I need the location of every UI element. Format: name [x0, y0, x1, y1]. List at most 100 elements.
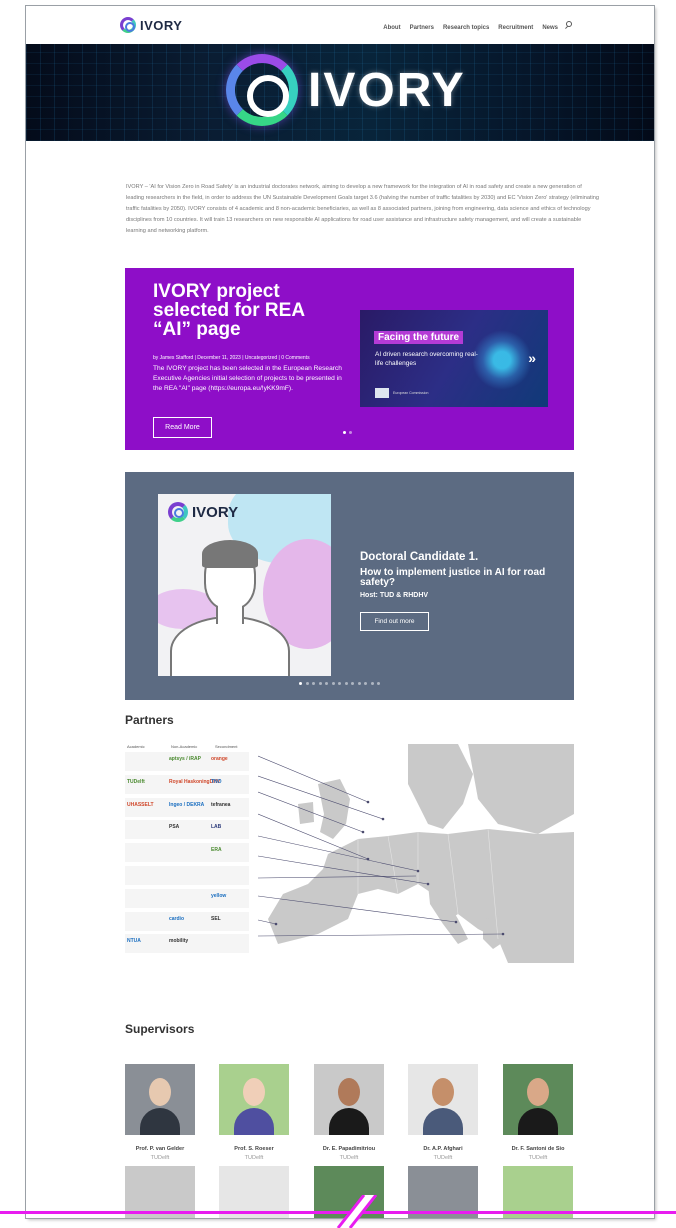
supervisor-photo — [314, 1064, 384, 1135]
europe-map — [258, 744, 574, 963]
partner-logo[interactable]: cardio — [169, 916, 184, 922]
partner-row: TUDelft Royal HaskoningDHV TNO — [125, 774, 249, 796]
news-title[interactable]: IVORY project selected for REA “AI” page — [153, 282, 343, 339]
slider-dot[interactable] — [344, 682, 348, 685]
supervisor-photo — [219, 1064, 289, 1135]
partner-row: ERA — [125, 843, 249, 865]
nav-research-topics[interactable]: Research topics — [443, 25, 489, 31]
partner-logo[interactable]: LAB — [211, 824, 221, 830]
partner-logo[interactable]: orange — [211, 756, 228, 762]
partner-logo[interactable]: SEL — [211, 916, 221, 922]
supervisor-name: Dr. E. Papadimitriou — [322, 1146, 376, 1152]
slider-dot[interactable] — [318, 682, 322, 685]
logo-text: IVORY — [140, 17, 183, 33]
nav-recruitment[interactable]: Recruitment — [498, 25, 533, 31]
supervisor-card[interactable]: Dr. F. Santoni de Sio TUDelft — [503, 1064, 573, 1161]
partner-logo[interactable]: yellow — [211, 893, 226, 899]
doctoral-question: How to implement justice in AI for road … — [360, 567, 546, 588]
slider-dot[interactable] — [351, 682, 354, 685]
doctoral-host: Host: TUD & RHDHV — [360, 592, 429, 599]
ivory-logo-icon — [120, 17, 136, 33]
hero-logo-text: IVORY — [308, 63, 466, 117]
eu-flag-icon — [375, 388, 389, 398]
col-non-academic: Non-Academic — [171, 744, 198, 749]
card-title: Facing the future — [374, 331, 464, 344]
supervisor-card[interactable]: Dr. A.P. Afghari TUDelft — [408, 1064, 478, 1161]
col-secondment: Secondment — [215, 744, 238, 749]
partner-row: aptsys / iRAP orange — [125, 752, 249, 773]
partner-logo[interactable]: mobility — [169, 938, 188, 944]
supervisor-org: TUDelft — [528, 1155, 548, 1161]
chevron-right-icon: » — [528, 350, 536, 366]
slider-dot[interactable] — [299, 682, 302, 685]
partner-logo[interactable]: ERA — [211, 847, 222, 853]
slider-dot[interactable] — [305, 682, 309, 685]
search-icon[interactable] — [566, 21, 572, 27]
supervisor-org: TUDelft — [339, 1155, 359, 1161]
partner-row: yellow — [125, 888, 249, 910]
partners-logo-table: Academic Non-Academic Secondment aptsys … — [125, 744, 249, 963]
slider-dot[interactable] — [343, 431, 346, 434]
site-logo[interactable]: IVORY — [120, 17, 182, 33]
partner-row: UHASSELT Ingeo / DEKRA tefranea — [125, 797, 249, 819]
slider-dot[interactable] — [312, 682, 315, 685]
partner-logo[interactable]: TUDelft — [127, 779, 145, 785]
ivory-hero-logo-icon — [226, 54, 298, 126]
news-slider: IVORY project selected for REA “AI” page… — [125, 268, 574, 450]
partner-logo[interactable]: NTUA — [127, 938, 141, 944]
ivory-logo-icon — [168, 502, 188, 522]
slider-dot[interactable] — [325, 682, 328, 685]
site-header: IVORY About Partners Research topics Rec… — [26, 6, 654, 44]
partner-logo[interactable]: tefranea — [211, 802, 230, 808]
page-frame: IVORY About Partners Research topics Rec… — [26, 6, 654, 1218]
supervisor-photo — [503, 1064, 573, 1135]
partner-logo[interactable]: PSA — [169, 824, 179, 830]
slider-dot[interactable] — [377, 682, 380, 685]
partner-logo[interactable]: TNO — [211, 779, 222, 785]
supervisors-heading: Supervisors — [125, 1022, 195, 1036]
partner-row — [125, 866, 249, 887]
doctoral-title: Doctoral Candidate 1. — [360, 551, 479, 563]
supervisor-name: Dr. A.P. Afghari — [423, 1146, 463, 1152]
doctoral-slider: IVORY Doctoral Candidate 1. How to imple… — [125, 472, 574, 700]
slider-dot[interactable] — [338, 682, 341, 685]
partners-heading: Partners — [125, 713, 174, 727]
slider-dot[interactable] — [370, 682, 374, 685]
hero-banner: IVORY — [26, 44, 654, 141]
partner-row: cardio SEL — [125, 911, 249, 933]
partner-logo[interactable]: Ingeo / DEKRA — [169, 802, 204, 808]
find-out-more-button[interactable]: Find out more — [360, 612, 429, 631]
card-subtitle: AI driven research overcoming real-life … — [375, 351, 478, 367]
intro-paragraph: IVORY – 'AI for Vision Zero in Road Safe… — [126, 184, 599, 234]
slider-dot[interactable] — [357, 682, 361, 685]
supervisor-photo — [408, 1064, 478, 1135]
eu-logo: European Commission — [375, 388, 428, 398]
partner-logo[interactable]: aptsys / iRAP — [169, 756, 201, 762]
slider-dot[interactable] — [364, 682, 367, 685]
slider-dots — [299, 682, 380, 685]
partner-logo[interactable]: UHASSELT — [127, 802, 154, 808]
partner-row: PSA LAB — [125, 820, 249, 842]
nav-about[interactable]: About — [383, 25, 400, 31]
slider-dots — [343, 431, 352, 434]
doc-logo: IVORY — [168, 502, 238, 522]
supervisor-org: TUDelft — [244, 1155, 264, 1161]
read-more-button[interactable]: Read More — [153, 417, 212, 438]
supervisor-name: Prof. S. Roeser — [234, 1146, 274, 1152]
supervisor-card[interactable]: Prof. S. Roeser TUDelft — [219, 1064, 289, 1161]
supervisor-name: Dr. F. Santoni de Sio — [511, 1146, 565, 1152]
news-excerpt: The IVORY project has been selected in t… — [153, 365, 342, 392]
doc-logo-text: IVORY — [192, 503, 239, 521]
slider-dot[interactable] — [349, 431, 352, 434]
main-nav: About Partners Research topics Recruitme… — [383, 25, 558, 31]
supervisor-card[interactable]: Dr. E. Papadimitriou TUDelft — [314, 1064, 384, 1161]
slider-dot[interactable] — [331, 682, 335, 685]
nav-partners[interactable]: Partners — [410, 25, 434, 31]
news-image[interactable]: Facing the future AI driven research ove… — [360, 310, 548, 407]
supervisor-card[interactable]: Prof. P. van Gelder TUDelft — [125, 1064, 195, 1161]
nav-news[interactable]: News — [542, 25, 558, 31]
hero-logo: IVORY — [226, 54, 466, 126]
partners-map — [258, 744, 574, 963]
candidate-image: IVORY — [158, 494, 331, 676]
col-academic: Academic — [127, 744, 145, 749]
